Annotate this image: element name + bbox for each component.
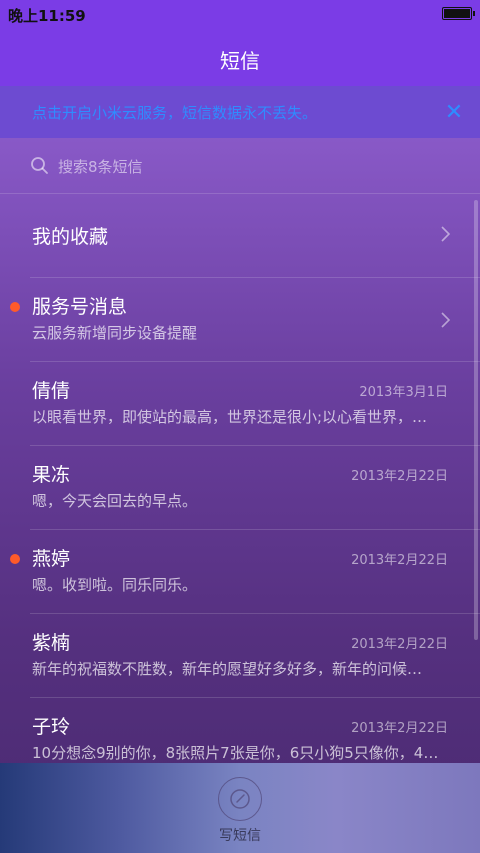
list-item-title: 果冻 (32, 464, 71, 486)
search-icon (31, 157, 48, 174)
list-item-preview: 新年的祝福数不胜数，新年的愿望好多好多，新年的问候… (32, 660, 423, 678)
list-item-favorites[interactable]: 我的收藏 (30, 194, 480, 278)
close-icon[interactable]: ✕ (442, 100, 466, 125)
list-item-preview: 10分想念9别的你，8张照片7张是你，6只小狗5只像你，4… (32, 744, 439, 762)
list-item-title: 我的收藏 (32, 226, 109, 248)
list-item-title: 紫楠 (32, 632, 71, 654)
search-input[interactable]: 搜索8条短信 (58, 156, 143, 177)
compose-label[interactable]: 写短信 (0, 825, 480, 845)
compose-button[interactable] (218, 777, 262, 821)
cloud-banner-text[interactable]: 点击开启小米云服务，短信数据永不丢失。 (32, 102, 317, 123)
list-item-date: 2013年2月22日 (351, 637, 448, 652)
bottom-bar: 写短信 (0, 763, 480, 853)
chevron-right-icon (441, 312, 450, 328)
list-item[interactable]: 倩倩 2013年3月1日 以眼看世界，即使站的最高，世界还是很小;以心看世界，… (30, 362, 480, 446)
list-item[interactable]: 紫楠 2013年2月22日 新年的祝福数不胜数，新年的愿望好多好多，新年的问候… (30, 614, 480, 698)
status-time: 晚上11:59 (8, 7, 86, 25)
list-item-title: 服务号消息 (32, 296, 128, 318)
conversation-list: 我的收藏 服务号消息 云服务新增同步设备提醒 倩倩 2013年3月1日 以眼看世… (0, 194, 480, 782)
list-item-date: 2013年2月22日 (351, 721, 448, 736)
compose-icon (230, 789, 250, 809)
battery-icon (442, 7, 475, 20)
scrollbar[interactable] (474, 200, 478, 640)
cloud-service-banner[interactable]: 点击开启小米云服务，短信数据永不丢失。 ✕ (0, 86, 480, 138)
unread-dot (10, 302, 20, 312)
list-item-preview: 嗯，今天会回去的早点。 (32, 492, 198, 510)
list-item-title: 子玲 (32, 716, 71, 738)
list-item-title: 燕婷 (32, 548, 71, 570)
title-bar: 短信 (0, 28, 480, 86)
list-item-date: 2013年2月22日 (351, 553, 448, 568)
list-item-date: 2013年3月1日 (359, 385, 448, 400)
search-bar[interactable]: 搜索8条短信 (0, 138, 480, 194)
status-bar: 晚上11:59 (0, 0, 480, 28)
list-item[interactable]: 果冻 2013年2月22日 嗯，今天会回去的早点。 (30, 446, 480, 530)
list-item-date: 2013年2月22日 (351, 469, 448, 484)
list-item-preview: 嗯。收到啦。同乐同乐。 (32, 576, 198, 594)
unread-dot (10, 554, 20, 564)
chevron-right-icon (441, 226, 450, 242)
list-item-service[interactable]: 服务号消息 云服务新增同步设备提醒 (10, 278, 480, 362)
list-item-preview: 云服务新增同步设备提醒 (32, 324, 198, 342)
list-item-title: 倩倩 (32, 380, 71, 402)
list-item[interactable]: 燕婷 2013年2月22日 嗯。收到啦。同乐同乐。 (10, 530, 480, 614)
list-item-preview: 以眼看世界，即使站的最高，世界还是很小;以心看世界，… (32, 408, 428, 426)
page-title: 短信 (220, 49, 260, 73)
